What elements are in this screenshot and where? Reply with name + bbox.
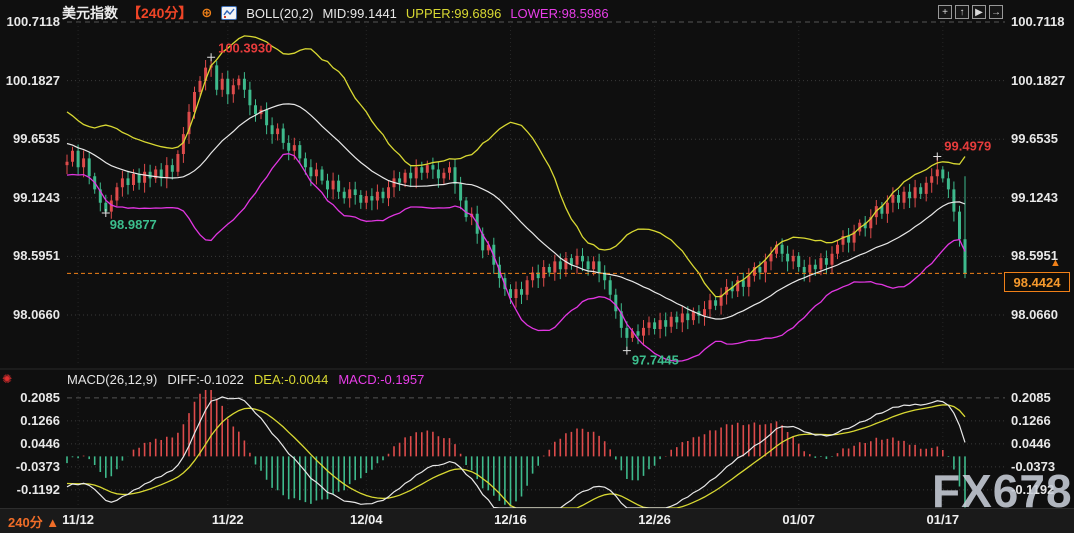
chart-canvas[interactable]: 100.3930 98.9877 99.4979 97.7445: [0, 0, 1074, 533]
axis-scale-up-icon[interactable]: ↑: [955, 5, 969, 19]
boll-upper-line: [67, 36, 965, 297]
x-axis-date-label: 01/07: [773, 512, 825, 527]
symbol-title: 美元指数: [62, 3, 118, 23]
y-axis-label-right: 98.5951: [1011, 248, 1073, 264]
y-axis-label-left: 100.1827: [0, 73, 60, 89]
y-axis-label-right: 100.1827: [1011, 73, 1073, 89]
chart-header: 美元指数 【240分】 ⊕ BOLL(20,2) MID:99.1441 UPP…: [62, 3, 609, 23]
annotation-low: 98.9877: [110, 217, 157, 232]
chart-thumbnail-icon[interactable]: [221, 6, 237, 20]
candles-down-wicks: [78, 61, 965, 351]
annotation-high: 100.3930: [218, 40, 272, 55]
extreme-cross-marker: [933, 152, 941, 160]
macd-dea-value: DEA:-0.0044: [254, 372, 328, 387]
macd-histogram-negative: [67, 456, 965, 507]
y-axis-label-right: 99.6535: [1011, 131, 1073, 147]
macd-header: MACD(26,12,9) DIFF:-0.1022 DEA:-0.0044 M…: [67, 372, 424, 387]
x-axis-date-label: 12/16: [484, 512, 536, 527]
alert-dot-icon[interactable]: ✺: [2, 372, 12, 386]
chart-toolbar: +↑▶→: [938, 5, 1003, 19]
y-axis-label-right: 99.1243: [1011, 190, 1073, 206]
annotation-high: 99.4979: [944, 139, 991, 154]
y-axis-label-left: 98.5951: [0, 248, 60, 264]
macd-macd-value: MACD:-0.1957: [338, 372, 424, 387]
y-axis-label-left: 98.0660: [0, 307, 60, 323]
link-circle-icon[interactable]: ⊕: [201, 5, 212, 21]
x-axis-date-label: 12/26: [629, 512, 681, 527]
autoplay-icon[interactable]: ▶: [972, 5, 986, 19]
extreme-cross-marker: [207, 53, 215, 61]
candles-up-wicks: [67, 57, 937, 345]
last-price-box: 98.4424: [1004, 272, 1070, 292]
annotation-low: 97.7445: [632, 353, 679, 368]
boll-lower-line: [67, 154, 965, 362]
macd-axis-label-left: -0.0373: [0, 459, 60, 475]
boll-lower-value: LOWER:98.5986: [510, 6, 608, 21]
go-to-latest-icon[interactable]: →: [989, 5, 1003, 19]
macd-axis-label-left: 0.1266: [0, 413, 60, 429]
crosshair-move-icon[interactable]: +: [938, 5, 952, 19]
y-axis-label-right: 98.0660: [1011, 307, 1073, 323]
y-axis-label-left: 99.1243: [0, 190, 60, 206]
macd-axis-label-left: 0.2085: [0, 390, 60, 406]
timeframe-label[interactable]: 【240分】: [127, 3, 192, 23]
x-axis-date-label: 11/22: [202, 512, 254, 527]
boll-mid-value: MID:99.1441: [322, 6, 396, 21]
extreme-cross-marker: [102, 209, 110, 217]
boll-upper-value: UPPER:99.6896: [406, 6, 501, 21]
watermark: FX678: [932, 464, 1073, 518]
macd-diff-value: DIFF:-0.1022: [167, 372, 244, 387]
macd-indicator-label: MACD(26,12,9): [67, 372, 157, 387]
macd-axis-label-left: -0.1192: [0, 482, 60, 498]
macd-axis-label-left: 0.0446: [0, 436, 60, 452]
y-axis-label-left: 99.6535: [0, 131, 60, 147]
y-axis-label-right: 100.7118: [1011, 14, 1073, 30]
macd-axis-label-right: 0.0446: [1011, 436, 1073, 452]
macd-axis-label-right: 0.2085: [1011, 390, 1073, 406]
price-up-arrow-icon: ▲: [1050, 257, 1061, 269]
x-axis-date-label: 11/12: [52, 512, 104, 527]
macd-histogram-positive: [84, 390, 943, 456]
x-axis-date-label: 12/04: [340, 512, 392, 527]
time-axis-bar: [0, 508, 1074, 533]
macd-axis-label-right: 0.1266: [1011, 413, 1073, 429]
y-axis-label-left: 100.7118: [0, 14, 60, 30]
boll-indicator-label: BOLL(20,2): [246, 6, 313, 21]
extreme-cross-marker: [623, 347, 631, 355]
trading-app-window: { "header": { "symbol": "美元指数", "timefra…: [0, 0, 1074, 533]
